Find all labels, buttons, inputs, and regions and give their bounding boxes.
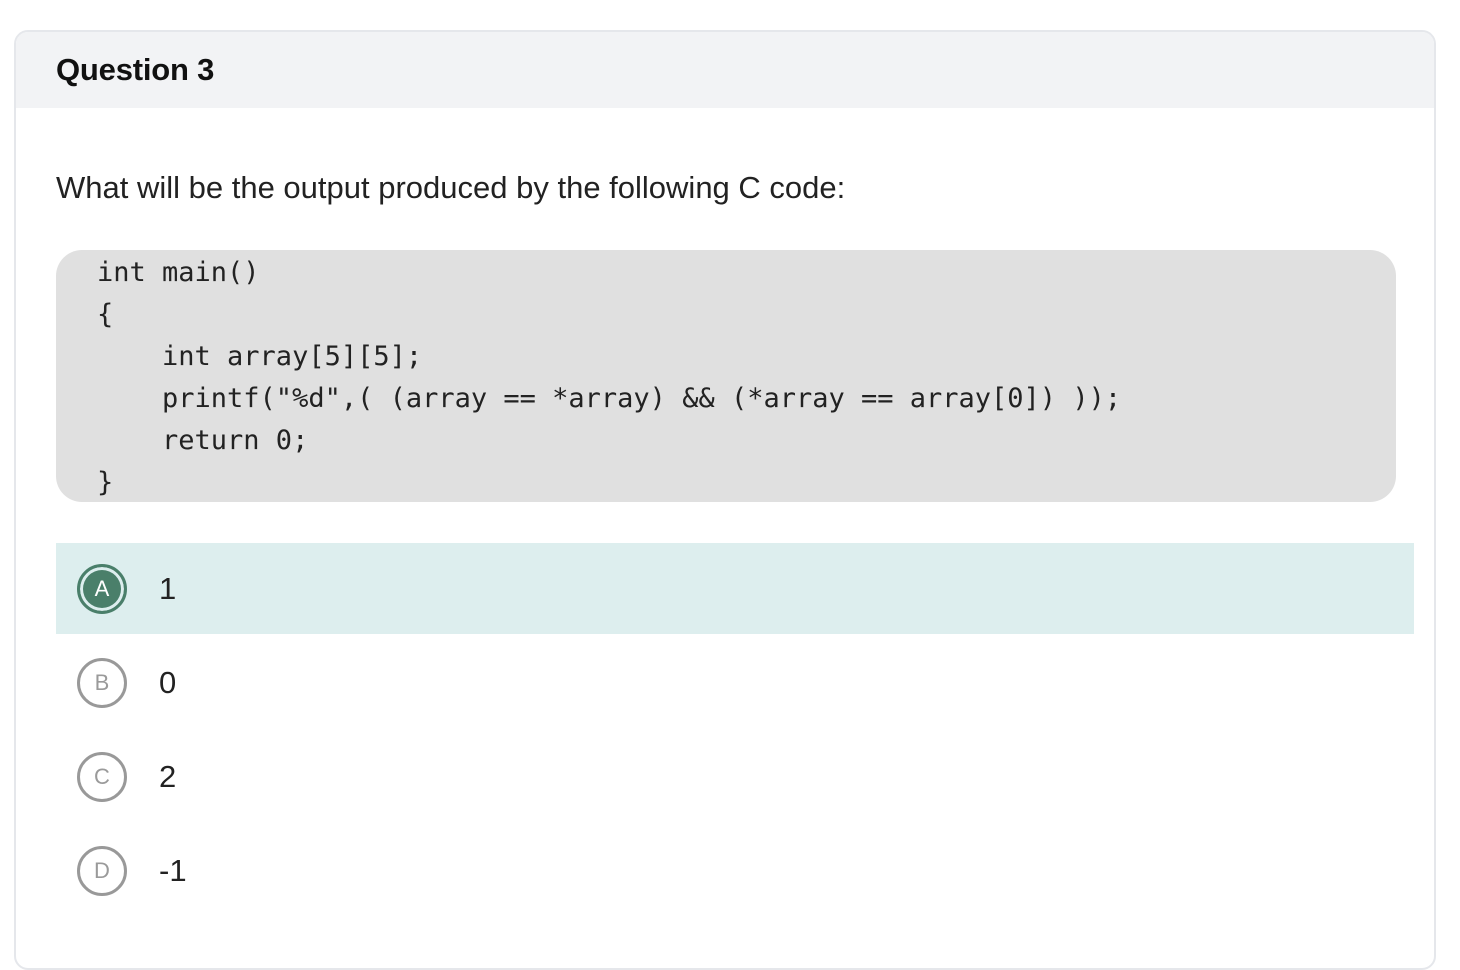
answer-options: A 1 B 0 C 2 D -1 [56, 543, 1414, 919]
code-line: int main() [97, 257, 260, 288]
question-prompt: What will be the output produced by the … [56, 170, 846, 205]
code-line: { [97, 299, 114, 330]
option-b-text: 0 [159, 664, 177, 700]
option-c-badge[interactable]: C [77, 751, 127, 802]
code-line: int array[5][5]; [97, 341, 423, 372]
question-card: Question 3 What will be the output produ… [14, 30, 1436, 970]
code-line: return 0; [97, 425, 309, 456]
option-d[interactable]: D -1 [56, 825, 1414, 916]
option-d-badge[interactable]: D [77, 845, 127, 896]
question-header: Question 3 [16, 32, 1434, 108]
option-a-badge[interactable]: A [77, 563, 127, 614]
code-line: } [97, 467, 114, 498]
code-block: int main() { int array[5][5]; printf("%d… [56, 250, 1396, 502]
option-a-text: 1 [159, 570, 177, 606]
option-b[interactable]: B 0 [56, 637, 1414, 728]
option-b-badge[interactable]: B [77, 657, 127, 708]
option-a[interactable]: A 1 [56, 543, 1414, 634]
option-c[interactable]: C 2 [56, 731, 1414, 822]
option-c-text: 2 [159, 758, 177, 794]
code-line: printf("%d",( (array == *array) && (*arr… [97, 383, 1122, 414]
question-title: Question 3 [56, 52, 215, 87]
option-d-text: -1 [159, 852, 187, 888]
